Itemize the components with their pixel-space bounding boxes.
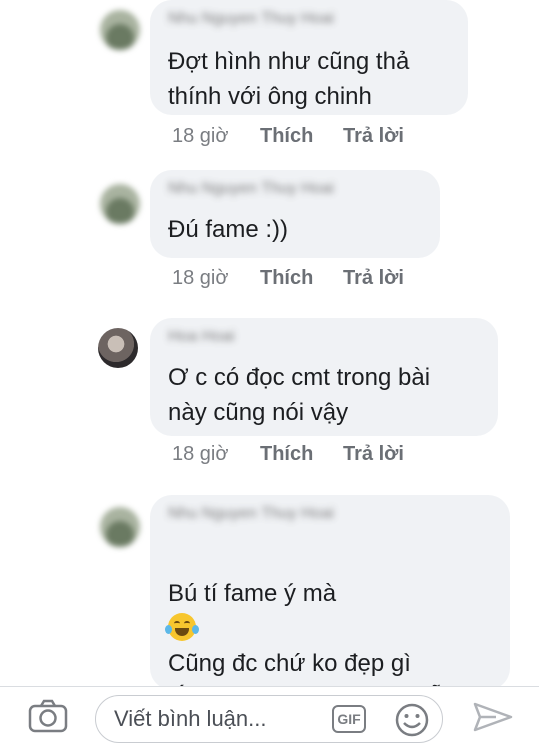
comment-input[interactable]: Viết bình luận... GIF: [95, 695, 443, 743]
like-button[interactable]: Thích: [260, 125, 313, 148]
comment-text-line: Bú tí fame ý mà: [168, 580, 337, 607]
comment-text: Đợt hình như cũng thả thính với ông chin…: [168, 48, 410, 110]
comment-bubble[interactable]: Nhu Nguyen Thuy Hoai Đợt hình như cũng t…: [150, 0, 468, 115]
comment-composer: Viết bình luận... GIF: [0, 686, 539, 744]
comment-input-placeholder: Viết bình luận...: [114, 706, 267, 731]
avatar[interactable]: [98, 328, 138, 368]
reply-button[interactable]: Trả lời: [343, 443, 404, 466]
like-button[interactable]: Thích: [260, 443, 313, 466]
comment-text: Bú tí fame ý mà: [165, 541, 492, 646]
comment-bubble[interactable]: Hoa Hoai Ơ c có đọc cmt trong bài này cũ…: [150, 318, 498, 436]
avatar[interactable]: [100, 507, 140, 547]
camera-icon[interactable]: [28, 699, 68, 738]
comment-text: Ơ c có đọc cmt trong bài này cũng nói vậ…: [168, 364, 431, 426]
laughing-tears-emoji-icon: [165, 613, 199, 641]
avatar[interactable]: [100, 10, 140, 50]
author-name[interactable]: Nhu Nguyen Thuy Hoai: [168, 10, 450, 32]
comment-bubble[interactable]: Nhu Nguyen Thuy Hoai Bú tí fame ý mà Cũn…: [150, 495, 510, 747]
avatar[interactable]: [100, 184, 140, 224]
send-icon[interactable]: [472, 701, 514, 738]
like-button[interactable]: Thích: [260, 267, 313, 290]
author-name[interactable]: Hoa Hoai: [168, 328, 480, 350]
comment-text: Đú fame :)): [168, 216, 289, 243]
timestamp: 18 giờ: [172, 267, 229, 289]
timestamp: 18 giờ: [172, 125, 229, 147]
reply-button[interactable]: Trả lời: [343, 125, 404, 148]
smiley-icon[interactable]: [394, 702, 430, 743]
author-name[interactable]: Nhu Nguyen Thuy Hoai: [168, 180, 422, 202]
author-name[interactable]: Nhu Nguyen Thuy Hoai: [168, 505, 492, 527]
gif-icon[interactable]: GIF: [332, 705, 366, 733]
reply-button[interactable]: Trả lời: [343, 267, 404, 290]
comment-bubble[interactable]: Nhu Nguyen Thuy Hoai Đú fame :)): [150, 170, 440, 258]
timestamp: 18 giờ: [172, 443, 229, 465]
